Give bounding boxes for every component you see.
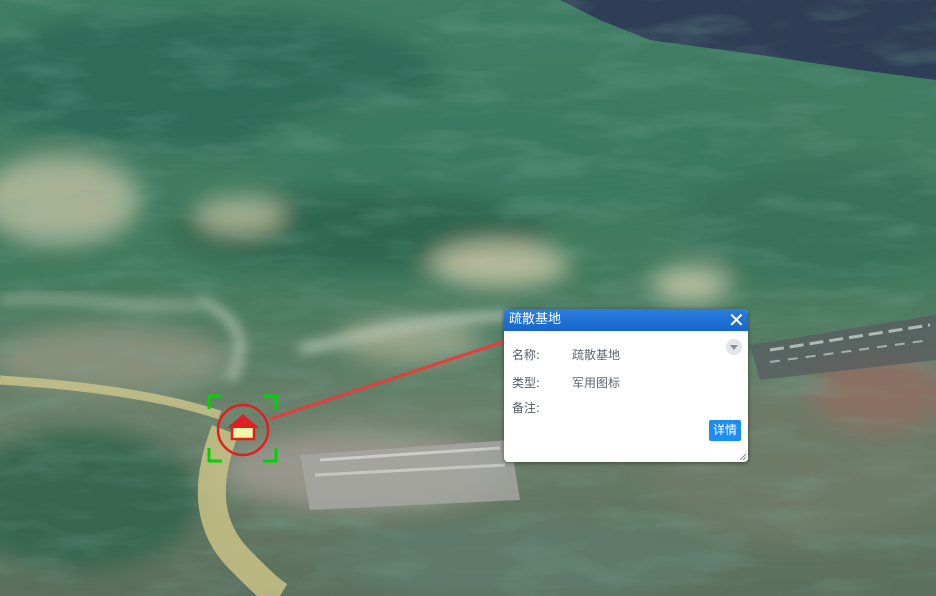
field-type: 类型: 军用图标 — [512, 374, 620, 391]
terrain — [0, 0, 936, 596]
field-type-label: 类型: — [512, 376, 541, 390]
field-name: 名称: 疏散基地 — [512, 346, 620, 363]
field-remark-label: 备注: — [512, 401, 541, 415]
popup-title: 疏散基地 — [509, 312, 562, 327]
resize-handle-icon[interactable] — [737, 451, 747, 461]
scroll-down-icon[interactable] — [726, 339, 742, 355]
info-popup: 疏散基地 ✕ 名称: 疏散基地 类型: 军用图标 备注: 详情 — [504, 309, 748, 462]
field-name-value: 疏散基地 — [572, 348, 621, 362]
field-name-label: 名称: — [512, 348, 541, 362]
popup-header: 疏散基地 ✕ — [504, 309, 748, 331]
field-remark: 备注: — [512, 399, 572, 416]
detail-button[interactable]: 详情 — [708, 420, 741, 441]
3d-terrain-map[interactable] — [0, 0, 936, 596]
field-type-value: 军用图标 — [572, 376, 621, 390]
close-icon[interactable]: ✕ — [728, 309, 745, 331]
